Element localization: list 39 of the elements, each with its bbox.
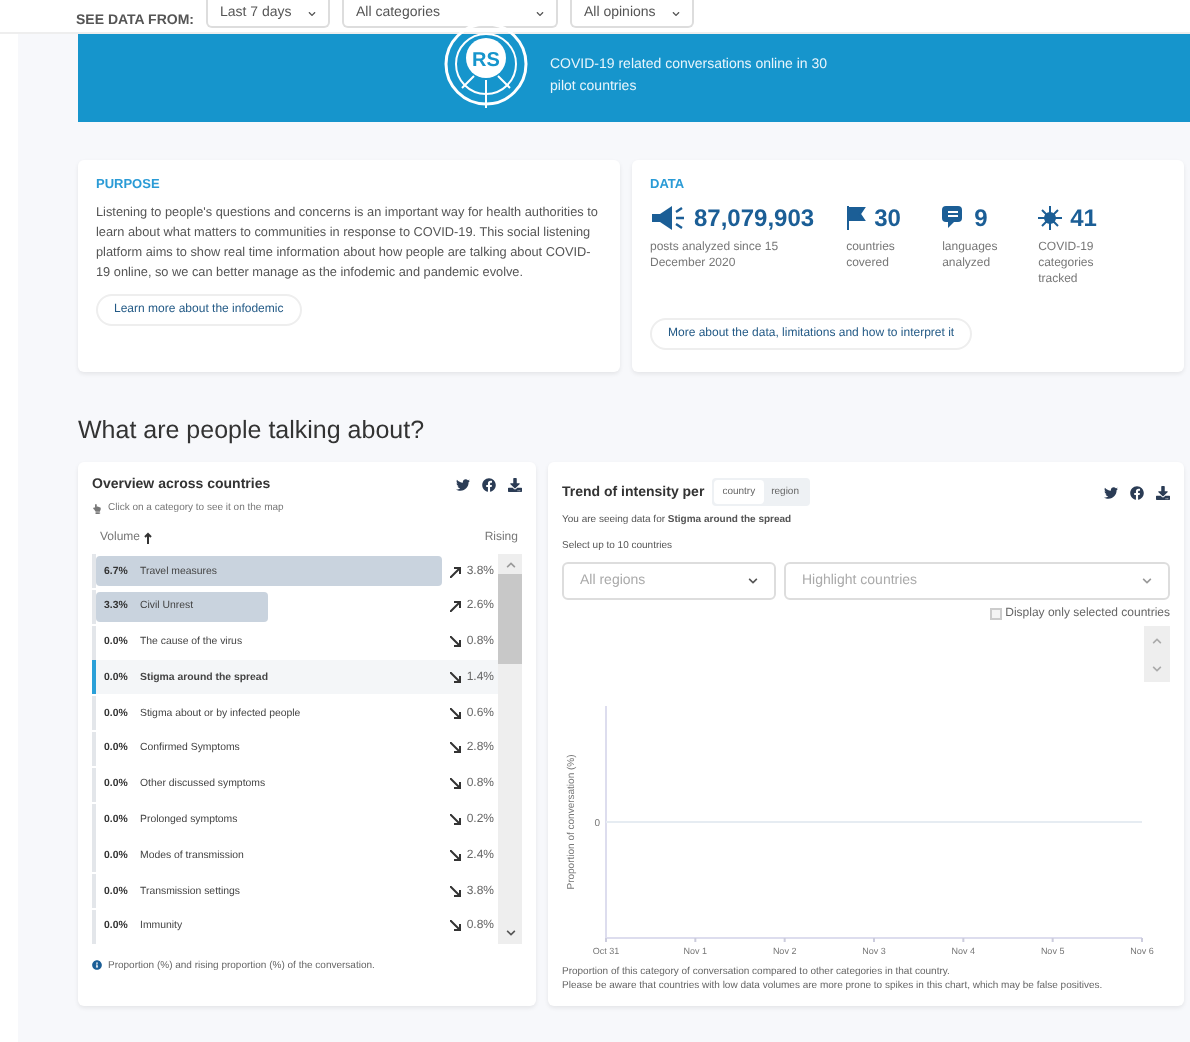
chevron-up-icon: [1152, 635, 1162, 645]
stat-value: 87,079,903: [694, 204, 815, 232]
chevron-down-icon: [671, 9, 680, 17]
facebook-icon[interactable]: [1130, 485, 1144, 499]
info-icon: [92, 960, 102, 971]
arrow-down-icon: [450, 671, 463, 684]
arrow-up-icon: [450, 600, 463, 613]
arrow-down-icon: [450, 814, 463, 827]
virus-icon: [1038, 206, 1063, 230]
download-icon[interactable]: [1156, 485, 1170, 499]
chevron-down-icon: [1152, 663, 1162, 673]
arrow-down-icon: [450, 885, 463, 898]
arrow-down-icon: [450, 707, 463, 720]
stat-value: 9: [974, 204, 988, 232]
chevron-down-icon: [307, 9, 316, 17]
arrow-down-icon: [450, 742, 463, 755]
arrow-down-icon: [450, 636, 463, 649]
chevron-down-icon: [1142, 576, 1152, 586]
chevron-down-icon: [747, 576, 758, 586]
chevron-down-icon: [535, 9, 544, 17]
download-icon[interactable]: [508, 478, 522, 492]
chat-bubble-icon: [942, 206, 967, 230]
arrow-up-icon: [450, 565, 463, 577]
hand-icon: [92, 503, 102, 513]
stat-value: 41: [1070, 204, 1097, 232]
scroll-thumb[interactable]: [498, 574, 522, 664]
megaphone-icon: [650, 206, 686, 230]
arrow-down-icon: [450, 920, 463, 933]
twitter-icon[interactable]: [456, 478, 470, 492]
arrow-down-icon: [450, 778, 463, 791]
twitter-icon[interactable]: [1104, 485, 1118, 499]
flag-icon: [846, 206, 867, 230]
sort-arrow-icon[interactable]: [144, 532, 153, 544]
section-title: What are people talking about?: [78, 416, 427, 444]
chevron-down-icon[interactable]: [505, 927, 515, 938]
stat-value: 30: [874, 204, 901, 232]
facebook-icon[interactable]: [482, 478, 496, 492]
logo-icon: RS: [442, 20, 530, 108]
arrow-down-icon: [450, 849, 463, 862]
